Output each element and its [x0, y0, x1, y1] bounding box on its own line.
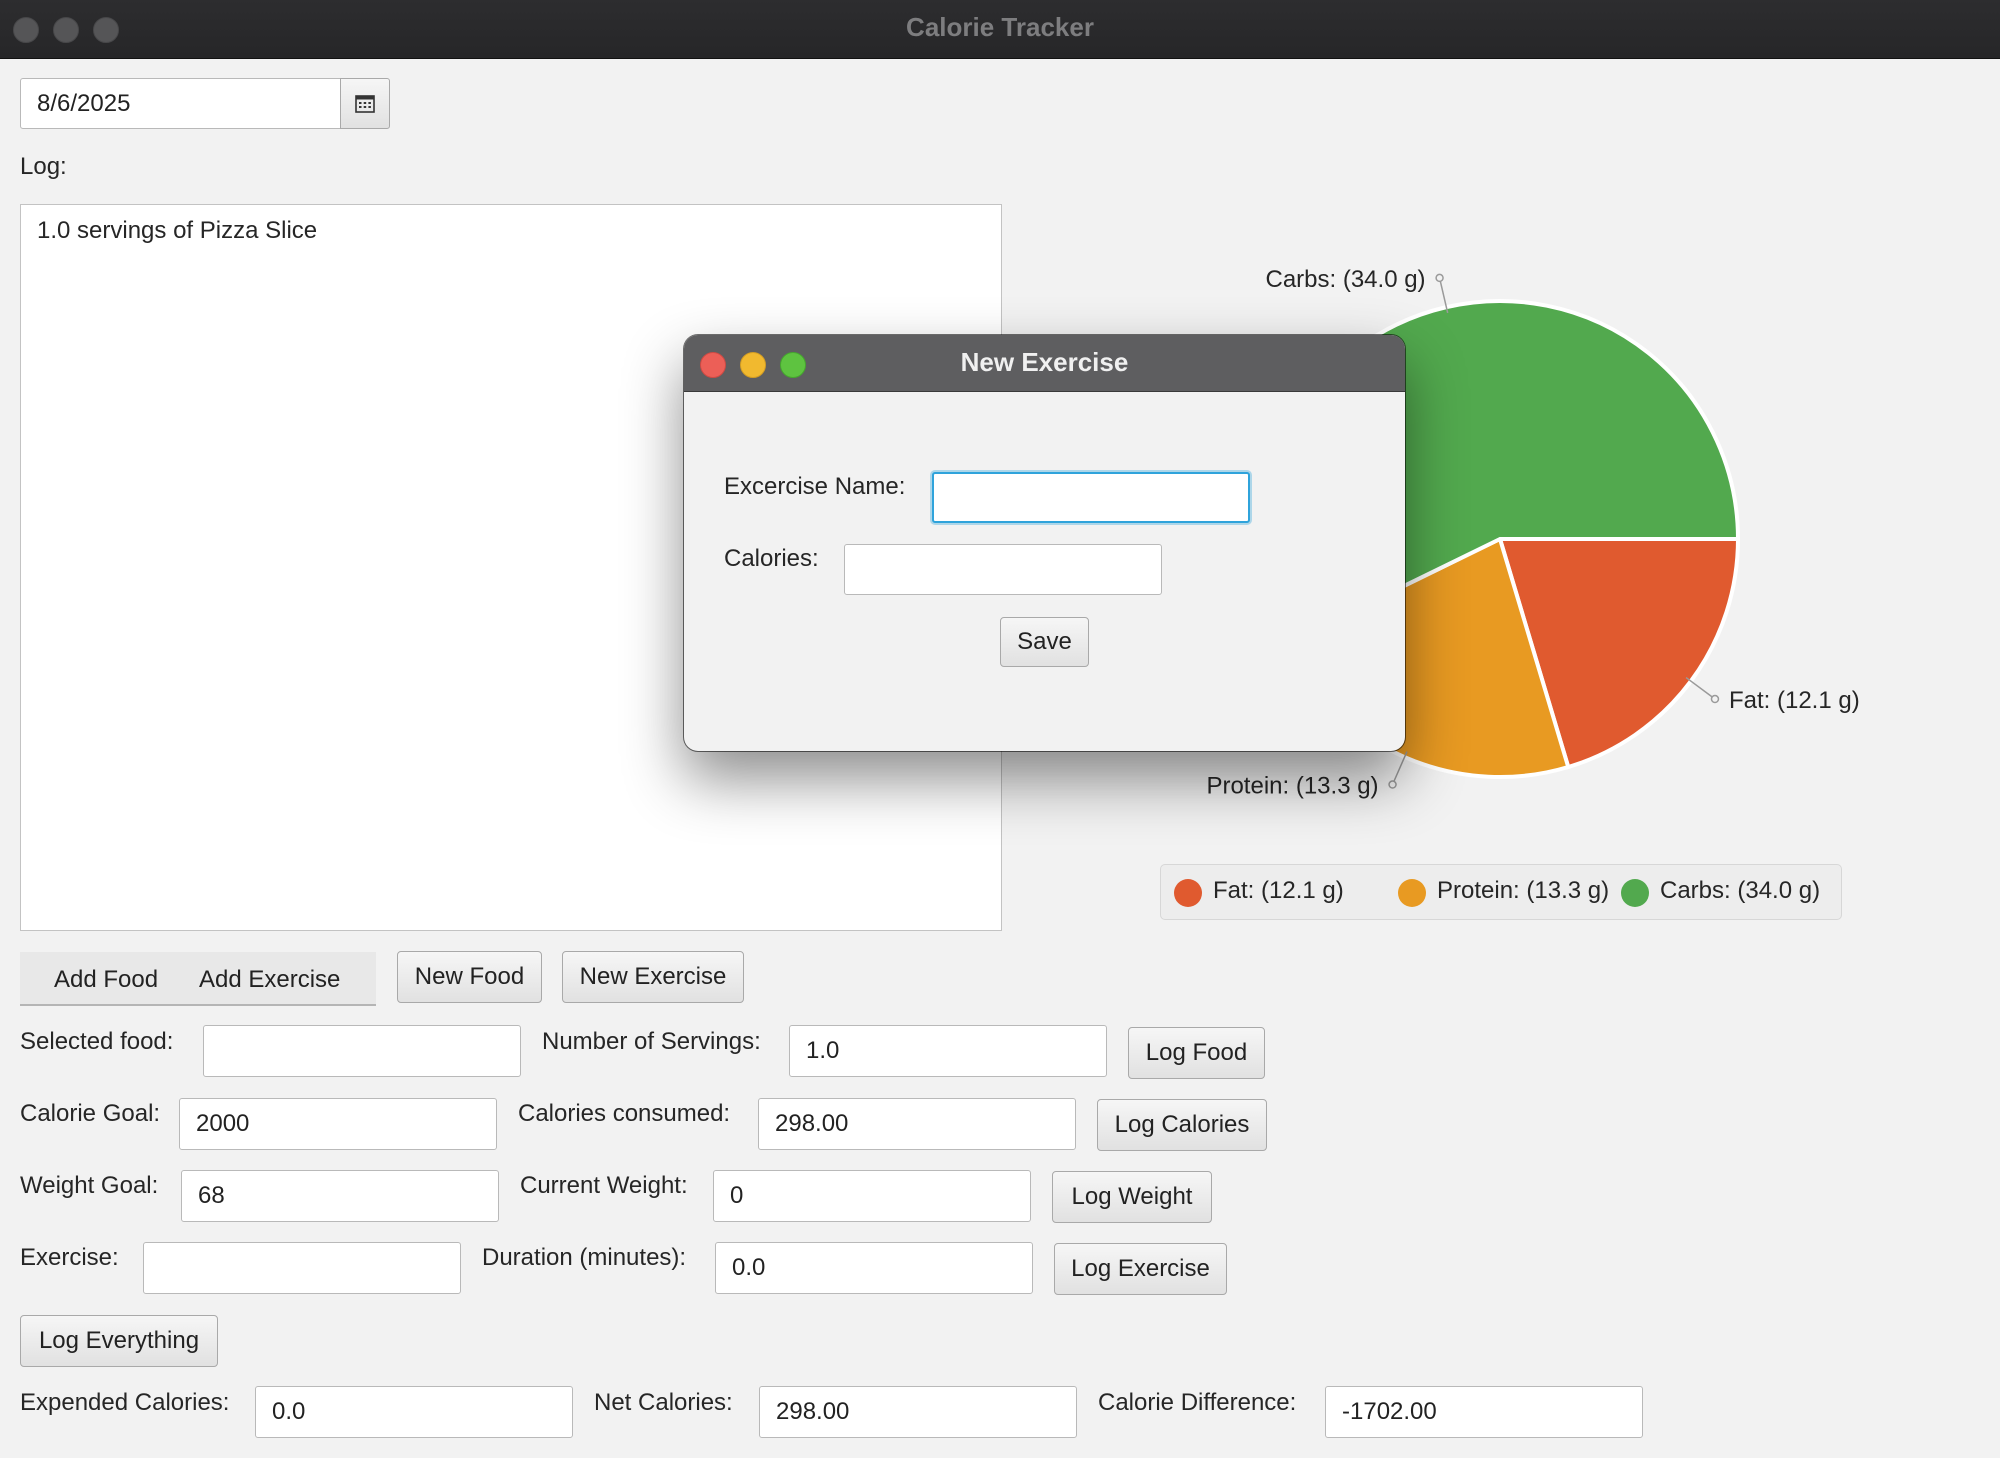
legend-protein-swatch	[1398, 879, 1426, 907]
log-everything-button[interactable]: Log Everything	[20, 1315, 218, 1367]
weight-goal-input[interactable]: 68	[181, 1170, 499, 1222]
selected-food-label: Selected food:	[20, 1028, 174, 1055]
calorie-goal-input[interactable]: 2000	[179, 1098, 497, 1150]
legend-carbs-swatch	[1621, 879, 1649, 907]
dialog-calories-label: Calories:	[724, 545, 819, 572]
duration-label: Duration (minutes):	[482, 1244, 687, 1271]
exercise-input[interactable]	[143, 1242, 461, 1294]
expended-calories-label: Expended Calories:	[20, 1389, 230, 1416]
date-picker-button[interactable]	[340, 78, 390, 129]
calorie-goal-label: Calorie Goal:	[20, 1100, 161, 1127]
log-label: Log:	[20, 153, 67, 180]
legend-fat-swatch	[1174, 879, 1202, 907]
pie-label-protein: Protein: (13.3 g)	[1206, 773, 1378, 800]
current-weight-input[interactable]: 0	[713, 1170, 1031, 1222]
dialog-titlebar[interactable]: New Exercise	[684, 335, 1405, 392]
servings-input[interactable]: 1.0	[789, 1025, 1107, 1077]
log-entry[interactable]: 1.0 servings of Pizza Slice	[37, 217, 317, 245]
expended-calories-input[interactable]: 0.0	[255, 1386, 573, 1438]
selected-food-input[interactable]	[203, 1025, 521, 1077]
log-exercise-button[interactable]: Log Exercise	[1054, 1243, 1227, 1295]
pie-label-carbs: Carbs: (34.0 g)	[1265, 266, 1425, 293]
pie-leader-dot-fat	[1710, 694, 1720, 704]
calendar-icon	[355, 94, 375, 113]
new-exercise-button[interactable]: New Exercise	[562, 951, 744, 1003]
exercise-name-input[interactable]	[932, 472, 1250, 523]
legend-protein: Protein: (13.3 g)	[1437, 877, 1610, 904]
date-input[interactable]: 8/6/2025	[20, 78, 342, 129]
pie-leader-line-fat	[1685, 676, 1716, 700]
calories-consumed-label: Calories consumed:	[518, 1100, 731, 1127]
legend-fat: Fat: (12.1 g)	[1213, 877, 1344, 904]
pie-leader-dot-carbs	[1435, 273, 1444, 283]
dialog-calories-input[interactable]	[844, 544, 1162, 595]
tab-bar: Add Food Add Exercise	[20, 952, 376, 1006]
duration-input[interactable]: 0.0	[715, 1242, 1033, 1294]
current-weight-label: Current Weight:	[520, 1172, 688, 1199]
pie-leader-dot-protein	[1388, 780, 1397, 789]
new-exercise-dialog[interactable]: New Exercise Excercise Name: Calories: S…	[684, 335, 1405, 751]
weight-goal-label: Weight Goal:	[20, 1172, 159, 1199]
exercise-name-label: Excercise Name:	[724, 473, 906, 500]
exercise-label: Exercise:	[20, 1244, 119, 1271]
log-calories-button[interactable]: Log Calories	[1097, 1099, 1267, 1151]
log-food-button[interactable]: Log Food	[1128, 1027, 1265, 1079]
dialog-title: New Exercise	[960, 347, 1129, 377]
window-titlebar[interactable]: Calorie Tracker	[0, 0, 2000, 59]
tab-add-exercise[interactable]: Add Exercise	[199, 966, 340, 994]
chart-legend: Fat: (12.1 g) Protein: (13.3 g) Carbs: (…	[1160, 864, 1842, 920]
calories-consumed-input[interactable]: 298.00	[758, 1098, 1076, 1150]
net-calories-input[interactable]: 298.00	[759, 1386, 1077, 1438]
calorie-difference-label: Calorie Difference:	[1098, 1389, 1297, 1416]
servings-label: Number of Servings:	[542, 1028, 761, 1055]
dialog-save-button[interactable]: Save	[1000, 617, 1089, 667]
log-weight-button[interactable]: Log Weight	[1052, 1171, 1212, 1223]
calorie-difference-input[interactable]: -1702.00	[1325, 1386, 1643, 1438]
pie-label-fat: Fat: (12.1 g)	[1729, 687, 1860, 714]
tab-add-food[interactable]: Add Food	[54, 966, 158, 994]
legend-carbs: Carbs: (34.0 g)	[1660, 877, 1821, 904]
net-calories-label: Net Calories:	[594, 1389, 733, 1416]
new-food-button[interactable]: New Food	[397, 951, 542, 1003]
window-title: Calorie Tracker	[906, 12, 1094, 42]
